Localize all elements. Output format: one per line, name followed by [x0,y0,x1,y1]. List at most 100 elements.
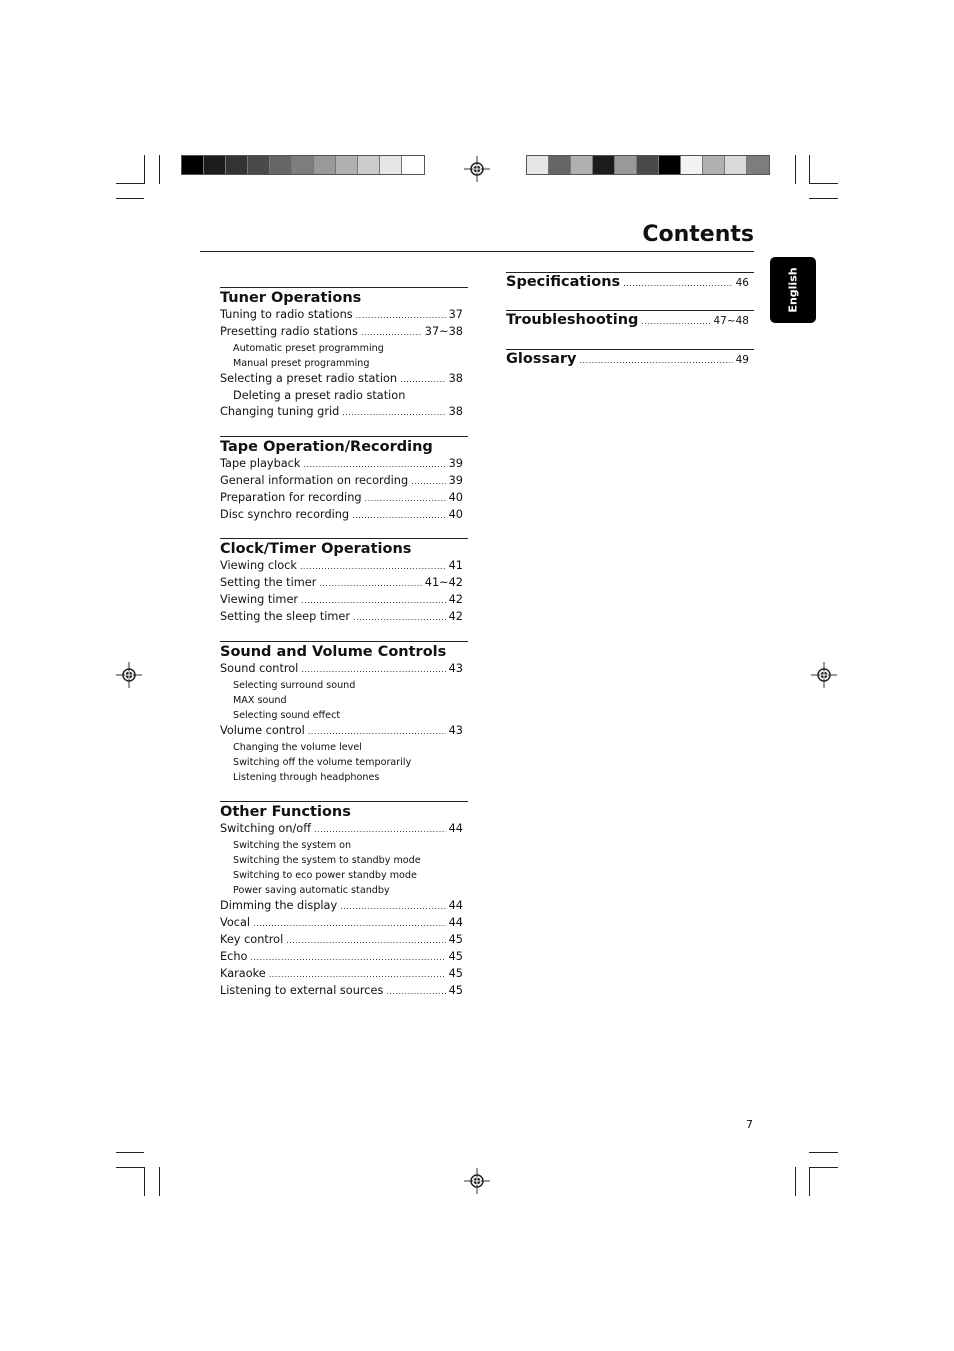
toc-subentry[interactable]: Switching off the volume temporarily [220,755,468,770]
crop-mark [795,1167,796,1196]
toc-entry-page: 44 [448,916,463,929]
toc-section: Other FunctionsSwitching on/off44Switchi… [220,801,468,1000]
dot-leader [308,724,446,740]
toc-entry[interactable]: Setting the sleep timer 42 [220,609,468,626]
dot-leader [361,325,422,341]
toc-subentry[interactable]: Power saving automatic standby [220,883,468,898]
color-swatch [248,156,270,174]
toc-entry[interactable]: Switching on/off 44 [220,821,468,838]
toc-entry-page: 40 [448,508,463,521]
toc-entry[interactable]: Selecting a preset radio station 38 [220,371,468,388]
registration-mark-icon [116,662,142,688]
section-divider [220,538,468,539]
color-swatch [747,156,769,174]
color-swatch [204,156,226,174]
color-swatch [725,156,747,174]
toc-entry[interactable]: Tuning to radio stations 37 [220,307,468,324]
crop-mark [116,198,144,199]
toc-entry-label: Setting the sleep timer [220,610,351,623]
toc-entry-label: Changing tuning grid [220,405,340,418]
toc-entry[interactable]: Changing tuning grid 38 [220,404,468,421]
section-heading: Tuner Operations [220,290,362,306]
dot-leader [386,984,445,1000]
section-heading: Other Functions [220,804,351,820]
toc-entry[interactable]: Key control 45 [220,932,468,949]
toc-entry[interactable]: Listening to external sources 45 [220,983,468,1000]
toc-entry-page: 39 [448,457,463,470]
toc-entry-label: Setting the timer [220,576,317,589]
toc-entry-page: 37~38 [424,325,463,338]
registration-mark-icon [464,1168,490,1194]
toc-entry-page: 47~48 [713,315,749,327]
toc-entry[interactable]: Troubleshooting 47~48 [506,311,754,330]
toc-subentry[interactable]: Automatic preset programming [220,341,468,356]
page-number: 7 [746,1118,753,1131]
toc-entry[interactable]: Presetting radio stations 37~38 [220,324,468,341]
toc-entry-label: Viewing clock [220,559,297,572]
toc-entry-label: Karaoke [220,967,266,980]
toc-entry-label: Glossary [506,351,577,367]
toc-entry-label: Tuning to radio stations [220,308,353,321]
crop-mark [116,183,144,184]
section-heading: Sound and Volume Controls [220,644,447,660]
toc-entry[interactable]: Tape playback 39 [220,456,468,473]
toc-entry[interactable]: Dimming the display 44 [220,898,468,915]
color-swatch [527,156,549,174]
toc-subentry[interactable]: Selecting sound effect [220,708,468,723]
toc-entry[interactable]: Glossary 49 [506,350,754,369]
toc-entry[interactable]: Preparation for recording 40 [220,490,468,507]
toc-section: Sound and Volume Controls Sound control 43… [220,641,468,785]
toc-entry-page: 41~42 [424,576,463,589]
toc-section: Tape Operation/RecordingTape playback39G… [220,436,468,524]
toc-subentry[interactable]: MAX sound [220,693,468,708]
dot-leader [365,491,446,507]
toc-entry[interactable]: Disc synchro recording 40 [220,507,468,524]
toc-subentry[interactable]: Deleting a preset radio station [220,388,468,404]
toc-entry-label: Presetting radio stations [220,325,358,338]
toc-entry[interactable]: Specifications 46 [506,273,754,292]
crop-mark [116,1167,144,1168]
color-swatch [380,156,402,174]
toc-section: Tuner Operations Tuning to radio stations… [220,287,468,421]
toc-subentry[interactable]: Manual preset programming [220,356,468,371]
toc-entry-page: 43 [448,724,463,737]
toc-entry-page: 49 [735,354,749,366]
toc-entry-page: 45 [448,984,463,997]
toc-entry[interactable]: Viewing timer 42 [220,592,468,609]
crop-mark [144,1167,145,1196]
crop-mark [809,1152,838,1153]
toc-entry-label: Troubleshooting [506,312,639,328]
toc-entry[interactable]: Sound control 43 [220,661,468,678]
crop-mark [159,1167,160,1196]
toc-subentry[interactable]: Switching the system on [220,838,468,853]
toc-entry-page: 40 [448,491,463,504]
toc-subentry[interactable]: Changing the volume level [220,740,468,755]
toc-entry-page: 44 [448,899,463,912]
toc-entry-page: 45 [448,950,463,963]
color-swatch [681,156,703,174]
crop-mark [795,155,796,184]
color-swatch [336,156,358,174]
toc-subentry[interactable]: Switching the system to standby mode [220,853,468,868]
toc-entry-label: Viewing timer [220,593,299,606]
toc-entry-label: Specifications [506,274,621,290]
toc-main-entry: Glossary 49 [506,349,754,369]
toc-entry[interactable]: Vocal 44 [220,915,468,932]
toc-entry[interactable]: Viewing clock 41 [220,558,468,575]
toc-subentry[interactable]: Selecting surround sound [220,678,468,693]
toc-subentry[interactable]: Switching to eco power standby mode [220,868,468,883]
toc-entry[interactable]: Setting the timer 41~42 [220,575,468,592]
toc-entry-label: Listening to external sources [220,984,384,997]
toc-entry[interactable]: Echo 45 [220,949,468,966]
toc-entry-label: Tape playback [220,457,301,470]
toc-entry[interactable]: Karaoke 45 [220,966,468,983]
toc-subentry[interactable]: Listening through headphones [220,770,468,785]
toc-entry[interactable]: Volume control 43 [220,723,468,740]
toc-entry-label: Sound control [220,662,299,675]
color-calibration-bar-right [526,155,770,175]
toc-entry-page: 41 [448,559,463,572]
crop-mark [809,198,838,199]
dot-leader [319,576,421,592]
toc-entry[interactable]: General information on recording 39 [220,473,468,490]
registration-mark-icon [464,156,490,182]
